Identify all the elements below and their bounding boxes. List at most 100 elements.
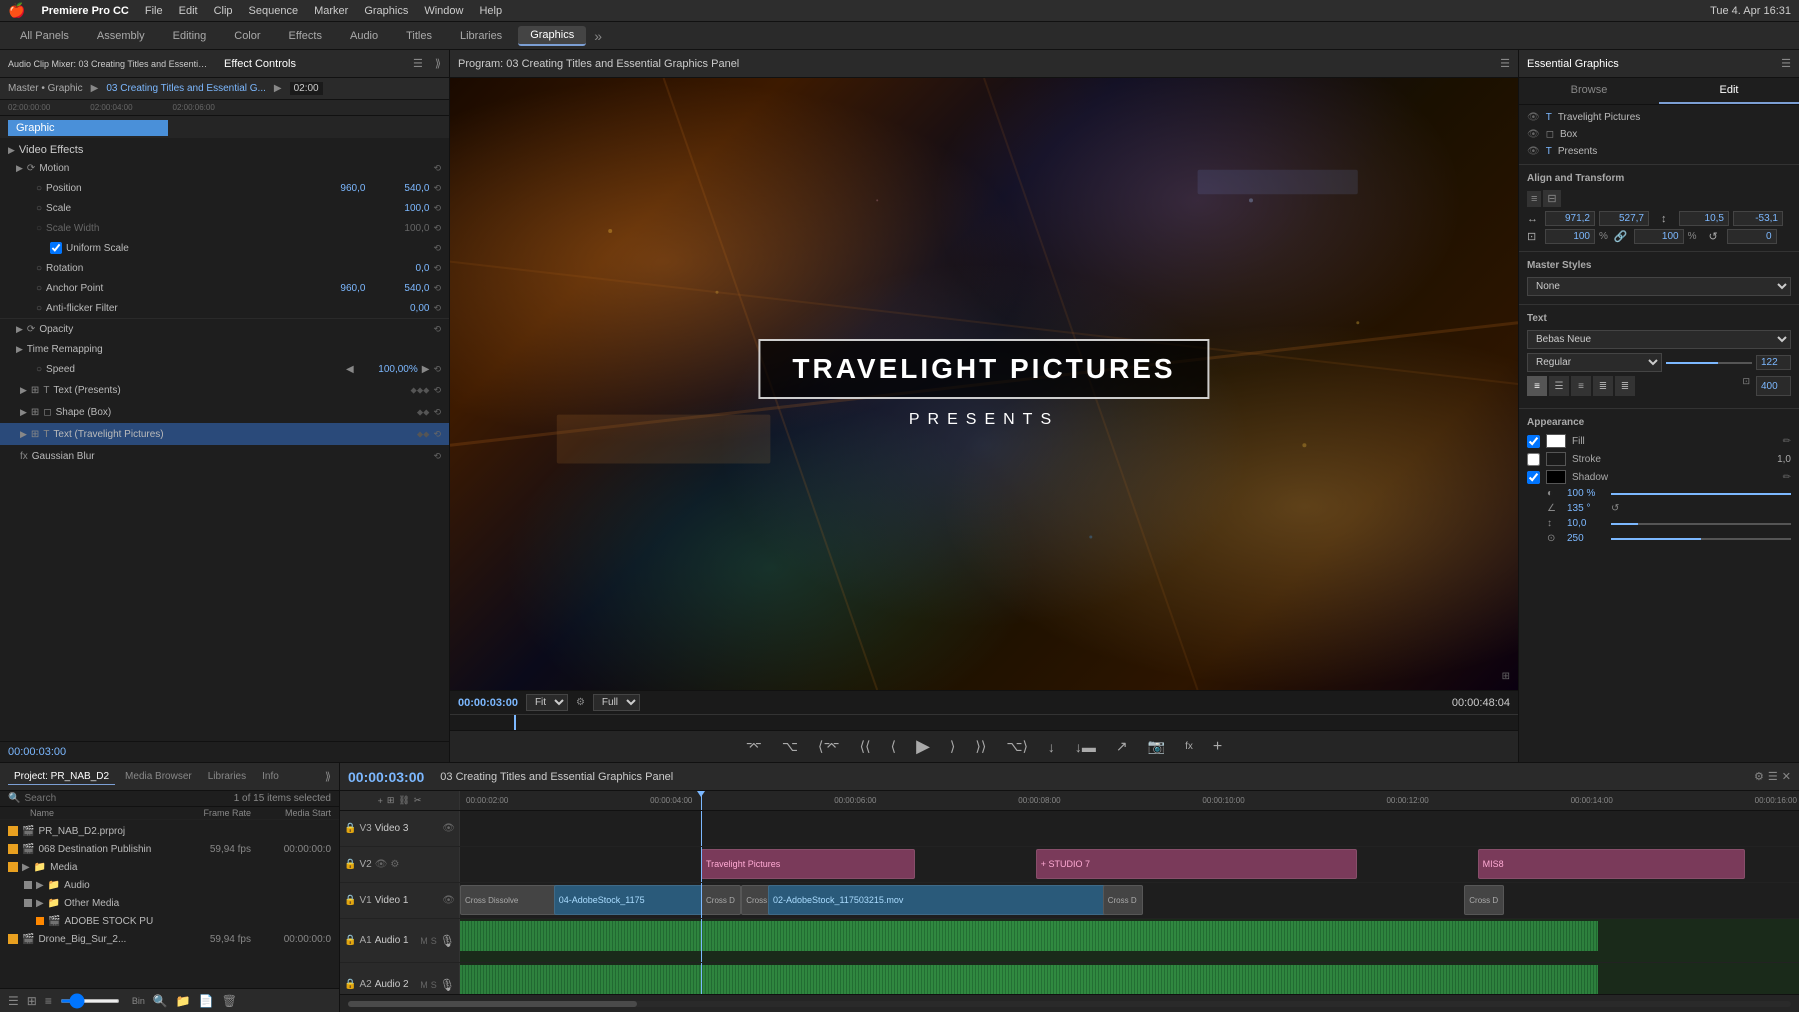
offset-x-input[interactable] (1679, 211, 1729, 226)
anchor-y[interactable]: 540,0 (369, 283, 429, 294)
settings-icon[interactable]: ⚙ (576, 697, 585, 708)
tab-titles[interactable]: Titles (394, 27, 444, 45)
time-remapping-row[interactable]: ▶ Time Remapping (0, 339, 449, 359)
style-select[interactable]: Regular (1527, 353, 1662, 372)
tab-audio[interactable]: Audio (338, 27, 390, 45)
insert-btn[interactable]: ↓ (1044, 737, 1059, 757)
tl-link-btn[interactable]: ⛓ (398, 795, 409, 806)
tl-tools-btn[interactable]: ⚙ (1754, 770, 1764, 783)
add-btn[interactable]: + (1209, 736, 1226, 758)
align-left-btn[interactable]: ≡ (1527, 376, 1547, 396)
file-item-drone[interactable]: 🎬 Drone_Big_Sur_2... 59,94 fps 00:00:00:… (0, 930, 339, 948)
clip-adobe1175[interactable]: 04-AdobeStock_1175 (554, 885, 715, 915)
tl-razor-btn[interactable]: ✂ (414, 795, 422, 806)
a2-lock-icon[interactable]: 🔒 (344, 979, 356, 990)
opacity-row[interactable]: ▶ ⟳ Opacity ⟲ (0, 319, 449, 339)
tab-color[interactable]: Color (222, 27, 272, 45)
step-forward-btn[interactable]: ⟩⟩ (971, 736, 990, 757)
layer-reset-2[interactable]: ⟲ (433, 429, 441, 440)
audio-mixer-tab[interactable]: Audio Clip Mixer: 03 Creating Titles and… (8, 59, 208, 69)
scale-row[interactable]: ○ Scale 100,0 ⟲ (0, 198, 449, 218)
size-input[interactable] (1756, 355, 1791, 370)
position-x[interactable]: 960,0 (305, 183, 365, 194)
step-prev-btn[interactable]: ⟨ (887, 736, 900, 757)
pos-x-input[interactable] (1545, 211, 1595, 226)
proj-tab-project[interactable]: Project: PR_NAB_D2 (8, 769, 115, 785)
layer-reset-1[interactable]: ⟲ (433, 407, 441, 418)
align-icon-2[interactable]: ⊟ (1543, 190, 1560, 207)
playhead-scrub-bar[interactable] (450, 714, 1518, 730)
menu-edit[interactable]: Edit (179, 5, 198, 17)
distance-slider-track[interactable] (1611, 523, 1791, 525)
tl-close-btn[interactable]: ✕ (1782, 770, 1791, 783)
speed-next-icon[interactable]: ▶ (422, 364, 430, 375)
align-icon-1[interactable]: ≡ (1527, 191, 1541, 207)
v2-settings-icon[interactable]: ⚙ (390, 859, 399, 870)
speed-reset[interactable]: ⟲ (433, 364, 441, 375)
v1-lock-icon[interactable]: 🔒 (344, 895, 356, 906)
export-btn[interactable]: ↗ (1112, 736, 1132, 757)
v1-eye-icon[interactable]: 👁 (442, 895, 455, 906)
more-tabs-icon[interactable]: » (594, 28, 602, 44)
speed-row[interactable]: ○ Speed ◀ 100,00% ▶ ⟲ (0, 359, 449, 379)
go-to-out-btn[interactable]: ⌥⟩ (1002, 736, 1032, 757)
tab-graphics[interactable]: Graphics (518, 26, 586, 46)
position-reset[interactable]: ⟲ (433, 183, 441, 194)
clip-studio7[interactable]: + STUDIO 7 (1036, 849, 1357, 879)
antiflicker-row[interactable]: ○ Anti-flicker Filter 0,00 ⟲ (0, 298, 449, 318)
anchor-reset[interactable]: ⟲ (433, 283, 441, 294)
tab-editing[interactable]: Editing (161, 27, 219, 45)
graphic-label[interactable]: Graphic (8, 120, 168, 136)
rotation-row[interactable]: ○ Rotation 0,0 ⟲ (0, 258, 449, 278)
blur-slider-track[interactable] (1611, 538, 1791, 540)
master-styles-select[interactable]: None (1527, 277, 1791, 296)
stroke-value[interactable]: 1,0 (1777, 454, 1791, 465)
overwrite-btn[interactable]: ↓▬ (1071, 737, 1100, 757)
layer-text-travelight[interactable]: ▶ ⊞ T Text (Travelight Pictures) ⬥⬥ ⟲ (0, 423, 449, 445)
a1-lock-icon[interactable]: 🔒 (344, 935, 356, 946)
opacity-reset[interactable]: ⟲ (433, 324, 441, 335)
letter-spacing-input[interactable] (1756, 376, 1791, 396)
camera-btn[interactable]: 📷 (1144, 736, 1169, 757)
a2-mic-icon[interactable]: 🎙 (440, 978, 455, 992)
file-item-adobe-stock[interactable]: 🎬 ADOBE STOCK PU (0, 912, 339, 930)
play-btn[interactable]: ▶ (912, 734, 934, 759)
menu-help[interactable]: Help (479, 5, 502, 17)
eg-tab-edit[interactable]: Edit (1659, 78, 1799, 104)
align-center-btn[interactable]: ☰ (1549, 376, 1569, 396)
antiflicker-value[interactable]: 0,00 (369, 303, 429, 314)
clip-cross-d-4[interactable]: Cross D (1464, 885, 1504, 915)
tl-add-track-btn[interactable]: + (378, 796, 383, 806)
v3-lock-icon[interactable]: 🔒 (344, 823, 356, 834)
tab-assembly[interactable]: Assembly (85, 27, 157, 45)
step-back-btn[interactable]: ⟨⟨ (856, 736, 875, 757)
position-y[interactable]: 540,0 (369, 183, 429, 194)
menu-sequence[interactable]: Sequence (249, 5, 299, 17)
offset-y-input[interactable] (1733, 211, 1783, 226)
shadow-color-box[interactable] (1546, 470, 1566, 484)
video-effects-header[interactable]: ▶ Video Effects (0, 142, 449, 158)
pos-y-input[interactable] (1599, 211, 1649, 226)
eg-layer-presents[interactable]: 👁 T Presents (1519, 143, 1799, 160)
scale-reset[interactable]: ⟲ (433, 203, 441, 214)
go-to-in-btn[interactable]: ⟨⌤ (814, 736, 844, 757)
align-right-btn[interactable]: ≡ (1571, 376, 1591, 396)
scale-y-input[interactable] (1634, 229, 1684, 244)
search-input[interactable] (24, 793, 229, 804)
antiflicker-reset[interactable]: ⟲ (433, 303, 441, 314)
quality-selector[interactable]: Full (593, 694, 640, 711)
a1-s-btn[interactable]: S (431, 936, 437, 946)
v2-eye-icon[interactable]: 👁 (375, 859, 388, 870)
layer-reset-3[interactable]: ⟲ (433, 451, 441, 462)
file-item-068[interactable]: 🎬 068 Destination Publishin 59,94 fps 00… (0, 840, 339, 858)
scale-x-input[interactable] (1545, 229, 1595, 244)
proj-tab-media-browser[interactable]: Media Browser (119, 769, 198, 785)
position-row[interactable]: ○ Position 960,0 540,0 ⟲ (0, 178, 449, 198)
justify-last-btn[interactable]: ≣ (1615, 376, 1635, 396)
proj-tab-libraries[interactable]: Libraries (202, 769, 252, 785)
file-item-other[interactable]: ▶ 📁 Other Media (0, 894, 339, 912)
metadata-view-btn[interactable]: ≡ (45, 994, 52, 1008)
anchor-x[interactable]: 960,0 (305, 283, 365, 294)
proj-tab-info[interactable]: Info (256, 769, 285, 785)
list-view-btn[interactable]: ☰ (8, 994, 19, 1008)
